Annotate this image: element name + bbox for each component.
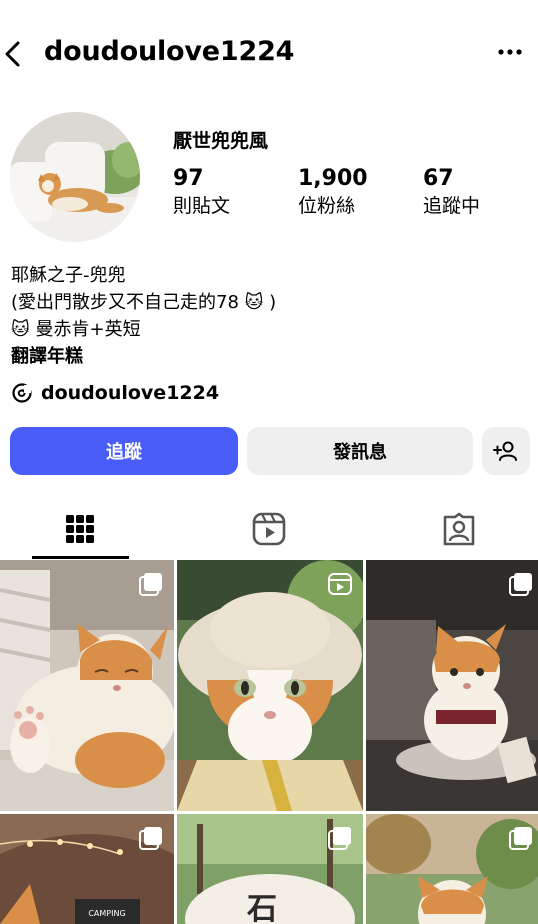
active-tab-indicator — [32, 556, 129, 559]
avatar[interactable] — [10, 112, 140, 242]
post-thumbnail[interactable] — [177, 560, 363, 811]
camping-sign-text: CAMPING — [88, 909, 125, 918]
post-thumbnail[interactable] — [366, 560, 538, 811]
tab-reels[interactable] — [209, 498, 329, 560]
carousel-icon — [139, 573, 162, 596]
tagged-person-icon — [443, 512, 475, 546]
post-thumbnail[interactable]: 石 — [177, 814, 363, 924]
stat-following[interactable]: 67 追蹤中 — [423, 166, 480, 220]
reels-icon — [252, 512, 286, 546]
post-thumbnail[interactable] — [0, 560, 174, 811]
tab-tagged[interactable] — [399, 498, 519, 560]
following-count: 67 — [423, 166, 454, 191]
post-thumbnail[interactable]: CAMPING — [0, 814, 174, 924]
svg-text:石: 石 — [246, 892, 277, 924]
profile-header: doudoulove1224 — [0, 0, 538, 108]
posts-count: 97 — [173, 166, 204, 191]
follow-button[interactable]: 追蹤 — [10, 427, 238, 475]
followers-count: 1,900 — [298, 166, 368, 191]
message-button[interactable]: 發訊息 — [247, 427, 473, 475]
threads-link[interactable]: doudoulove1224 — [11, 382, 219, 404]
bio-line: 耶穌之子-兜兜 — [11, 265, 126, 286]
bio-line: (愛出門散步又不自己走的78 🐱 ) — [11, 292, 277, 313]
display-name: 厭世兜兜風 — [173, 130, 269, 152]
carousel-icon — [139, 827, 162, 850]
threads-icon — [12, 383, 32, 403]
reel-icon — [328, 573, 352, 595]
following-label: 追蹤中 — [423, 195, 481, 217]
add-user-button[interactable] — [482, 427, 530, 475]
posts-label: 則貼文 — [173, 195, 231, 217]
tab-posts[interactable] — [20, 498, 140, 560]
chevron-left-icon[interactable] — [2, 40, 24, 68]
threads-handle: doudoulove1224 — [41, 382, 220, 404]
stat-followers[interactable]: 1,900 位粉絲 — [298, 166, 368, 220]
posts-grid: CAMPING 石 — [0, 560, 538, 924]
add-person-icon — [493, 441, 517, 461]
profile-bio: 耶穌之子-兜兜 (愛出門散步又不自己走的78 🐱 ) 🐱 曼赤肯+英短 翻譯年糕 — [11, 262, 276, 370]
profile-username: doudoulove1224 — [44, 36, 295, 67]
profile-tabs — [0, 498, 538, 560]
bio-translate-link[interactable]: 翻譯年糕 — [11, 343, 276, 370]
grid-icon — [66, 515, 94, 543]
post-thumbnail[interactable] — [366, 814, 538, 924]
carousel-icon — [509, 827, 532, 850]
bio-line: 🐱 曼赤肯+英短 — [11, 319, 141, 340]
more-horizontal-icon[interactable] — [496, 44, 524, 60]
stat-posts[interactable]: 97 則貼文 — [173, 166, 230, 220]
carousel-icon — [509, 573, 532, 596]
followers-label: 位粉絲 — [298, 195, 356, 217]
carousel-icon — [328, 827, 351, 850]
